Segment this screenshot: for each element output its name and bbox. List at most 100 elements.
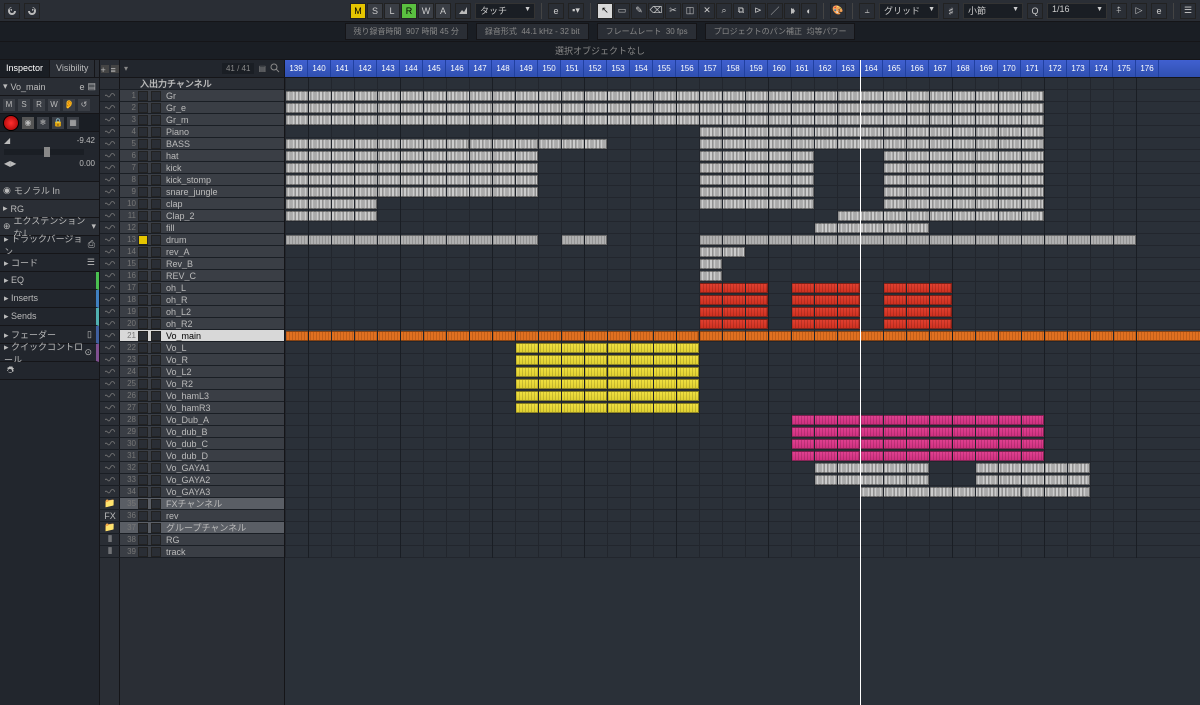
- line-tool-icon[interactable]: ／: [767, 3, 783, 19]
- track-solo-button[interactable]: [151, 139, 161, 149]
- listen-icon[interactable]: 👂: [63, 99, 75, 111]
- audio-clip[interactable]: [883, 307, 952, 317]
- lock-icon[interactable]: 🔒: [52, 117, 64, 129]
- track-row[interactable]: 21Vo_main: [120, 330, 284, 342]
- track-row[interactable]: 14rev_A: [120, 246, 284, 258]
- tab-visibility[interactable]: Visibility: [50, 60, 95, 77]
- comp-tool-icon[interactable]: ⧉: [733, 3, 749, 19]
- input-routing[interactable]: ◉モノラル In: [0, 182, 99, 200]
- monitor-icon[interactable]: ◉: [22, 117, 34, 129]
- track-row[interactable]: 37グループチャンネル: [120, 522, 284, 534]
- track-name[interactable]: RG: [164, 535, 284, 545]
- audio-clip[interactable]: [975, 475, 1090, 485]
- track-name[interactable]: Piano: [164, 127, 284, 137]
- ruler-bar[interactable]: 175: [1113, 60, 1136, 77]
- section-trackversion[interactable]: ▸ トラックバージョン⎙: [0, 236, 99, 254]
- track-name[interactable]: Vo_Dub_A: [164, 415, 284, 425]
- track-solo-button[interactable]: [151, 199, 161, 209]
- audio-clip[interactable]: [699, 151, 814, 161]
- audio-clip[interactable]: [791, 307, 860, 317]
- grid-select[interactable]: 小節: [963, 3, 1023, 19]
- audio-clip[interactable]: [814, 463, 929, 473]
- track-mute-button[interactable]: [138, 379, 148, 389]
- track-mute-button[interactable]: [138, 403, 148, 413]
- m-button[interactable]: M: [3, 99, 15, 111]
- track-row[interactable]: 35FXチャンネル: [120, 498, 284, 510]
- e-button[interactable]: e: [548, 3, 564, 19]
- ruler-bar[interactable]: 171: [1021, 60, 1044, 77]
- audio-clip[interactable]: [285, 175, 538, 185]
- lane-icon[interactable]: ▦: [67, 117, 79, 129]
- track-solo-button[interactable]: [151, 247, 161, 257]
- track-solo-button[interactable]: [151, 547, 161, 557]
- rec-format[interactable]: 録音形式 44.1 kHz - 32 bit: [476, 23, 589, 40]
- iq-button[interactable]: ⍏: [1111, 3, 1127, 19]
- pan-law[interactable]: プロジェクトのパン補正 均等パワー: [705, 23, 856, 40]
- section-eq[interactable]: ▸ EQ: [0, 272, 99, 290]
- track-solo-button[interactable]: [151, 103, 161, 113]
- clip-lanes[interactable]: [285, 78, 1200, 558]
- track-solo-button[interactable]: [151, 295, 161, 305]
- track-mute-button[interactable]: [138, 307, 148, 317]
- audio-clip[interactable]: [860, 487, 1021, 497]
- ruler-bar[interactable]: 165: [883, 60, 906, 77]
- audio-clip[interactable]: [791, 319, 860, 329]
- snap-type-select[interactable]: グリッド: [879, 3, 939, 19]
- audio-clip[interactable]: [699, 139, 1044, 149]
- track-mute-button[interactable]: [138, 295, 148, 305]
- track-row[interactable]: 29Vo_dub_B: [120, 426, 284, 438]
- track-solo-button[interactable]: [151, 451, 161, 461]
- track-row[interactable]: 11Clap_2: [120, 210, 284, 222]
- audio-clip[interactable]: [791, 295, 860, 305]
- ruler-bar[interactable]: 141: [331, 60, 354, 77]
- track-row[interactable]: 18oh_R: [120, 294, 284, 306]
- filter-icon[interactable]: ▤: [258, 64, 266, 73]
- audio-clip[interactable]: [814, 223, 929, 233]
- timeline-ruler[interactable]: 1391401411421431441451461471481491501511…: [285, 60, 1200, 78]
- ruler-bar[interactable]: 155: [653, 60, 676, 77]
- volume-readout[interactable]: -9.42: [77, 136, 95, 145]
- track-mute-button[interactable]: [138, 247, 148, 257]
- track-row[interactable]: 15Rev_B: [120, 258, 284, 270]
- track-solo-button[interactable]: [151, 427, 161, 437]
- solo-button[interactable]: S: [367, 3, 383, 19]
- ruler-bar[interactable]: 158: [722, 60, 745, 77]
- track-name[interactable]: Rev_B: [164, 259, 284, 269]
- snap-toggle-icon[interactable]: ⫠: [859, 3, 875, 19]
- audio-clip[interactable]: [699, 199, 814, 209]
- track-row[interactable]: 7kick: [120, 162, 284, 174]
- track-mute-button[interactable]: [138, 511, 148, 521]
- erase-tool-icon[interactable]: ⌫: [648, 3, 664, 19]
- tool-menu-icon[interactable]: ▪▾: [568, 3, 584, 19]
- track-name[interactable]: BASS: [164, 139, 284, 149]
- ruler-bar[interactable]: 154: [630, 60, 653, 77]
- track-solo-button[interactable]: [151, 439, 161, 449]
- track-solo-button[interactable]: [151, 211, 161, 221]
- track-solo-button[interactable]: [151, 367, 161, 377]
- setup-toolbar-icon[interactable]: ☰: [1180, 3, 1196, 19]
- color-tool-icon[interactable]: ◐: [801, 3, 817, 19]
- track-mute-button[interactable]: [138, 115, 148, 125]
- read-button[interactable]: R: [401, 3, 417, 19]
- r-button[interactable]: R: [33, 99, 45, 111]
- audio-clip[interactable]: [883, 283, 952, 293]
- audio-clip[interactable]: [883, 151, 1044, 161]
- ruler-bar[interactable]: 170: [998, 60, 1021, 77]
- track-solo-button[interactable]: [151, 283, 161, 293]
- track-mute-button[interactable]: [138, 463, 148, 473]
- track-mute-button[interactable]: [138, 499, 148, 509]
- track-mute-button[interactable]: [138, 547, 148, 557]
- ruler-bar[interactable]: 167: [929, 60, 952, 77]
- audio-clip[interactable]: [699, 307, 768, 317]
- mute-tool-icon[interactable]: ✕: [699, 3, 715, 19]
- audio-clip[interactable]: [699, 235, 1136, 245]
- audio-clip[interactable]: [469, 139, 538, 149]
- track-name[interactable]: Vo_R2: [164, 379, 284, 389]
- ruler-bar[interactable]: 162: [814, 60, 837, 77]
- track-mute-button[interactable]: [138, 319, 148, 329]
- audio-clip[interactable]: [699, 319, 768, 329]
- io-channels-header[interactable]: 入出力チャンネル: [120, 78, 284, 90]
- section-chord[interactable]: ▸ コード☰: [0, 254, 99, 272]
- track-mute-button[interactable]: [138, 415, 148, 425]
- track-row[interactable]: 17oh_L: [120, 282, 284, 294]
